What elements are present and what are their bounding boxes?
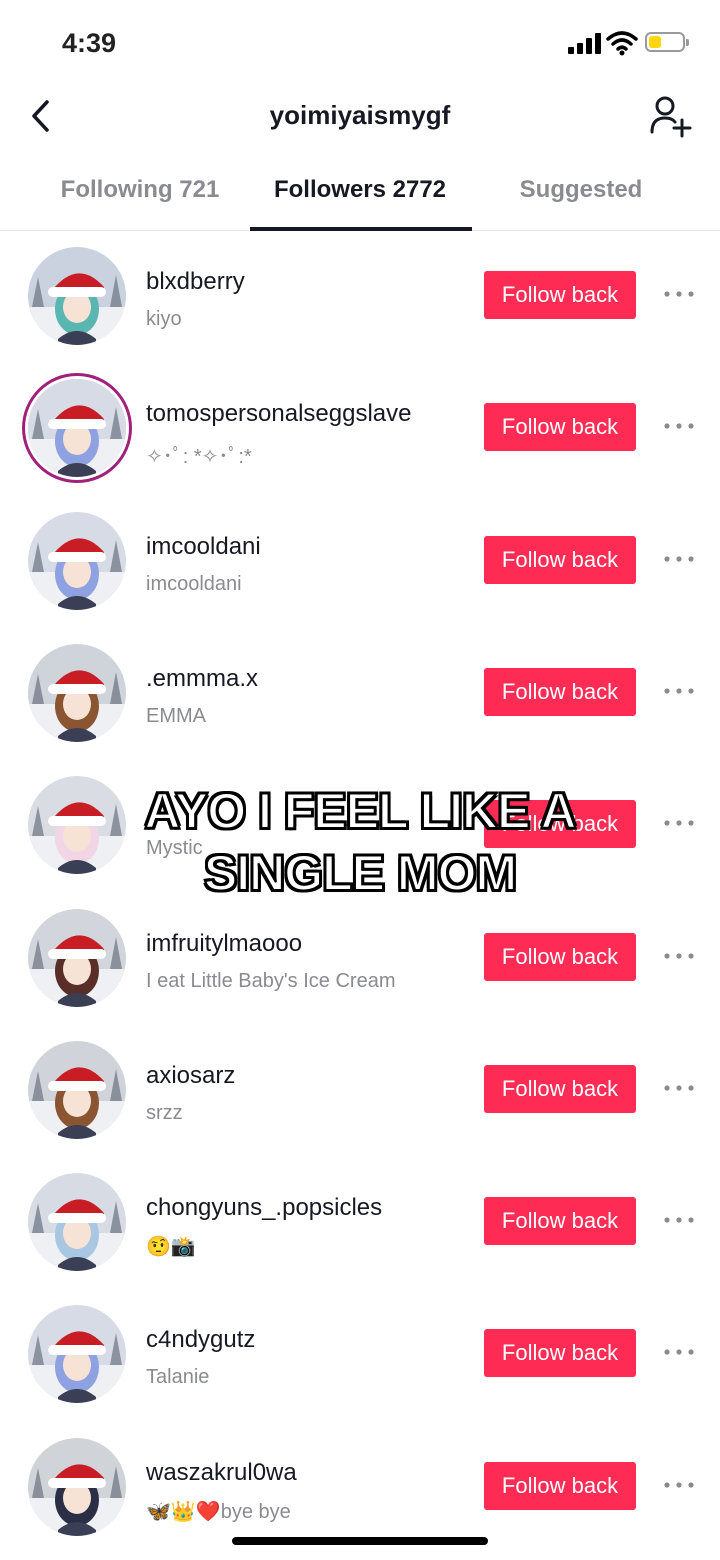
avatar[interactable] bbox=[28, 1173, 126, 1272]
tab-following[interactable]: Following 721 bbox=[30, 176, 250, 204]
avatar[interactable] bbox=[28, 511, 126, 610]
add-user-icon[interactable] bbox=[648, 94, 692, 138]
more-icon[interactable] bbox=[662, 1342, 696, 1362]
follower-nickname: kiyo bbox=[146, 308, 182, 330]
more-icon[interactable] bbox=[662, 1210, 696, 1230]
follower-username[interactable]: imfruitylmaooo bbox=[146, 930, 302, 958]
home-indicator[interactable] bbox=[232, 1537, 488, 1545]
avatar[interactable] bbox=[28, 1040, 126, 1139]
follow-back-button[interactable]: Follow back bbox=[484, 271, 636, 319]
list-item[interactable]: imfruitylmaooo I eat Little Baby's Ice C… bbox=[0, 892, 720, 1024]
follow-back-button[interactable]: Follow back bbox=[484, 1461, 636, 1510]
follower-username[interactable]: imcooldani bbox=[146, 533, 261, 561]
follow-back-button[interactable]: Follow back bbox=[484, 535, 636, 584]
tab-followers[interactable]: Followers 2772 bbox=[250, 176, 470, 204]
follower-username[interactable]: axiosarz bbox=[146, 1062, 235, 1090]
wifi-icon bbox=[606, 31, 638, 56]
list-item[interactable]: chongyuns_.popsicles 🤨📸 Follow back bbox=[0, 1156, 720, 1288]
follower-username[interactable]: c4ndygutz bbox=[146, 1326, 255, 1354]
follower-nickname: 🤨📸 bbox=[146, 1236, 196, 1259]
caption-line-1: AYO I FEEL LIKE A bbox=[143, 782, 577, 840]
follower-nickname: EMMA bbox=[146, 704, 206, 727]
list-item[interactable]: waszakrul0wa 🦋👑❤️bye bye Follow back bbox=[0, 1421, 720, 1553]
follower-username[interactable]: blxdberry bbox=[146, 268, 245, 296]
follow-back-button[interactable]: Follow back bbox=[484, 667, 636, 716]
list-item[interactable]: .emmma.x EMMA Follow back bbox=[0, 627, 720, 759]
avatar[interactable] bbox=[28, 1437, 126, 1536]
follower-username[interactable]: tomospersonalseggslave bbox=[146, 400, 412, 428]
more-icon[interactable] bbox=[662, 284, 696, 304]
follow-back-button[interactable]: Follow back bbox=[484, 1197, 636, 1246]
follower-username[interactable]: waszakrul0wa bbox=[146, 1459, 297, 1487]
more-icon[interactable] bbox=[662, 416, 696, 436]
follower-username[interactable]: chongyuns_.popsicles bbox=[146, 1194, 382, 1222]
signal-icon bbox=[568, 32, 602, 54]
follow-back-button[interactable]: Follow back bbox=[484, 932, 636, 981]
status-time: 4:39 bbox=[62, 28, 117, 58]
follower-nickname: srzz bbox=[146, 1101, 183, 1124]
tab-suggested[interactable]: Suggested bbox=[471, 176, 691, 204]
list-item[interactable]: tomospersonalseggslave ✧･ﾟ: *✧･ﾟ:* Follo… bbox=[0, 362, 720, 494]
video-caption: AYO I FEEL LIKE A SINGLE MOM bbox=[0, 780, 720, 904]
follow-back-button[interactable]: Follow back bbox=[484, 1329, 636, 1378]
tab-bar: Following 721 Followers 2772 Suggested bbox=[0, 160, 720, 231]
status-bar: 4:39 bbox=[0, 0, 720, 86]
more-icon[interactable] bbox=[662, 681, 696, 701]
avatar[interactable] bbox=[28, 379, 126, 478]
header: yoimiyaismygf bbox=[0, 86, 720, 146]
more-icon[interactable] bbox=[662, 1475, 696, 1495]
avatar[interactable] bbox=[28, 908, 126, 1007]
list-item[interactable]: axiosarz srzz Follow back bbox=[0, 1024, 720, 1156]
avatar[interactable] bbox=[28, 1305, 126, 1404]
list-item[interactable]: c4ndygutz Talanie Follow back bbox=[0, 1288, 720, 1420]
list-item[interactable]: imcooldani imcooldani Follow back bbox=[0, 495, 720, 627]
follower-nickname: I eat Little Baby's Ice Cream bbox=[146, 969, 396, 992]
more-icon[interactable] bbox=[662, 946, 696, 966]
list-item[interactable]: blxdberry kiyo Follow back bbox=[0, 230, 720, 362]
more-icon[interactable] bbox=[662, 1078, 696, 1098]
avatar[interactable] bbox=[28, 643, 126, 742]
follower-nickname: 🦋👑❤️bye bye bbox=[146, 1500, 291, 1523]
avatar[interactable] bbox=[28, 247, 126, 345]
follow-back-button[interactable]: Follow back bbox=[484, 403, 636, 452]
caption-line-2: SINGLE MOM bbox=[203, 844, 518, 902]
follower-nickname: imcooldani bbox=[146, 572, 242, 595]
battery-icon bbox=[645, 32, 689, 52]
follower-nickname: Talanie bbox=[146, 1366, 210, 1389]
follower-username[interactable]: .emmma.x bbox=[146, 665, 258, 693]
page-title: yoimiyaismygf bbox=[269, 100, 451, 130]
more-icon[interactable] bbox=[662, 549, 696, 569]
follower-nickname: ✧･ﾟ: *✧･ﾟ:* bbox=[146, 446, 252, 469]
follow-back-button[interactable]: Follow back bbox=[484, 1064, 636, 1113]
